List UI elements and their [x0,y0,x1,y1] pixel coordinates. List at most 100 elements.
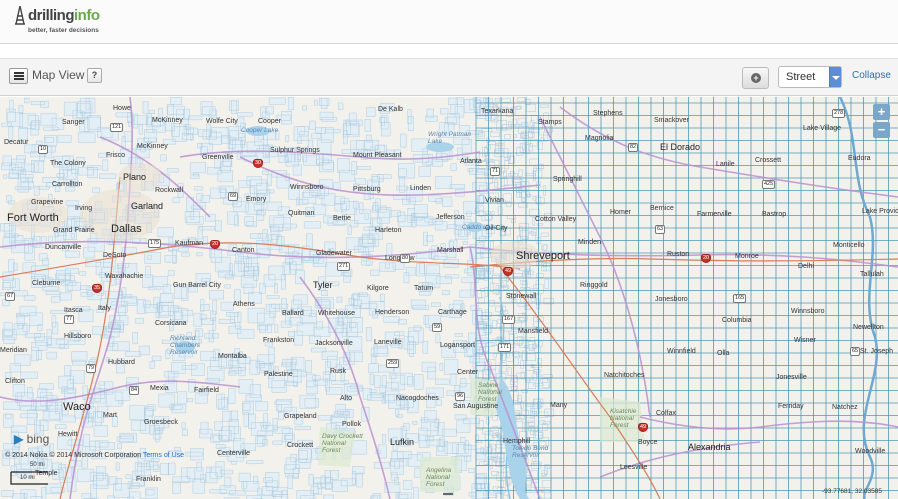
place-label: Winnfield [667,348,696,355]
collapse-link[interactable]: Collapse [852,70,891,81]
place-label: Winnsboro [290,184,324,191]
place-label: Itasca [64,307,83,314]
place-label: Springhill [553,176,582,183]
place-label: McKinney [137,143,168,150]
place-label: Lanile [716,161,735,168]
route-shield-icon: 278 [832,109,846,118]
place-label: Quitman [288,210,315,217]
place-label: Kaufman [175,240,204,247]
place-label: Gladewater [316,250,352,257]
place-label: Hemphill [503,438,531,445]
highway-line [599,441,761,478]
route-shield-icon: 69 [228,192,239,201]
place-label: Whitehouse [318,310,355,317]
water-label: Cooper Lake [241,127,279,134]
place-label: Fairfield [194,387,219,394]
route-shield-icon: 71 [490,167,501,176]
zoom-out-button[interactable]: − [873,122,890,138]
place-label: Decatur [4,139,29,146]
place-label: Grapevine [31,199,64,206]
place-label: Ruston [667,251,690,258]
map-copyright: © 2014 Nokia © 2014 Microsoft Corporatio… [5,452,185,459]
place-label: Plano [123,172,147,182]
forest-label: Davy Crockett National Forest [322,433,363,454]
water-label: Caddo Lake [462,224,498,231]
terms-of-use-link[interactable]: Terms of Use [143,452,184,459]
place-label: McKinney [152,117,183,124]
place-label: Columbia [722,317,752,324]
scale-label-miles: 50 mi [30,462,45,468]
place-label: Olla [717,350,730,357]
place-label: Franklin [136,476,161,483]
place-label: Marshall [437,247,464,254]
place-label: Atlanta [460,158,482,165]
add-layer-button[interactable]: + [742,67,769,89]
place-label: Rockwall [155,187,184,194]
place-label: Carthage [438,309,467,316]
route-shield-icon: 165 [733,294,747,303]
place-label: Sulphur Springs [270,147,320,154]
place-label: El Dorado [660,142,701,152]
place-label: Newellton [853,324,884,331]
route-shield-icon: 175 [148,239,162,248]
water-label: Toledo Bend Reservoir [512,445,549,459]
place-label: Hillsboro [64,333,92,340]
zoom-in-button[interactable]: + [873,104,890,120]
place-label: The Colony [50,160,86,167]
route-shield-icon: 80 [400,254,411,263]
place-label: Centerville [217,450,251,457]
route-shield-icon: 79 [86,364,97,373]
place-label: Grand Prairie [53,227,95,234]
route-shield-icon: 167 [502,315,516,324]
place-label: Mexia [150,385,169,392]
place-label: Shreveport [516,250,570,262]
route-shield-icon: 10 [38,145,49,154]
route-shield-icon: 63 [655,225,666,234]
place-label: Tyler [313,280,333,290]
logo-wordmark: drillinginfo [28,7,100,24]
place-label: Ballard [282,310,304,317]
scale-label-small: 10 mi [20,475,35,481]
place-label: Groesbeck [144,419,178,426]
bing-logo: ▶ bing [14,432,50,446]
layer-list-button[interactable] [9,68,28,84]
help-button[interactable]: ? [87,68,102,83]
place-label: Alto [340,395,353,402]
place-label: Winnsboro [791,308,825,315]
resize-handle[interactable] [443,493,453,495]
forest-label: Sabine National Forest [478,382,502,403]
place-label: Stephens [593,110,623,117]
route-shield-icon: 259 [386,359,400,368]
place-label: Rusk [330,368,346,375]
drillinginfo-logo[interactable]: drillinginfo better, faster decisions [14,6,124,38]
place-label: Pittsburg [353,186,381,193]
place-label: Athens [233,301,255,308]
route-shield-icon: 271 [337,262,351,271]
place-label: Corsicana [155,320,187,327]
place-label: Grapeland [284,413,317,420]
basemap-select[interactable]: Street [778,66,842,88]
place-label: Stamps [538,119,562,126]
place-label: Duncanville [45,244,82,251]
place-label: Howe [113,105,131,112]
place-label: Cotton Valley [535,216,577,223]
place-label: Smackover [654,117,690,124]
map-view-title: Map View [32,68,85,82]
place-label: Texarkana [481,108,514,115]
zoom-control: + − [873,104,890,138]
place-label: Montalba [218,353,247,360]
chevron-down-icon [829,67,841,87]
map-canvas[interactable]: Howe McKinney Wolfe City Cooper De Kalb Texar… [0,97,898,499]
place-label: Delhi [798,263,814,270]
place-label: Minden [578,239,601,246]
place-label: Harleton [375,227,402,234]
place-label: Crockett [287,442,314,449]
place-label: Many [550,402,568,409]
place-label: Pollok [342,421,362,428]
place-label: Magnolia [585,135,614,142]
place-label: Wolfe City [206,118,238,125]
place-label: Woodville [855,448,886,455]
place-label: Jacksonville [315,340,353,347]
place-label: Irving [75,205,93,212]
place-label: Greenville [202,154,234,161]
